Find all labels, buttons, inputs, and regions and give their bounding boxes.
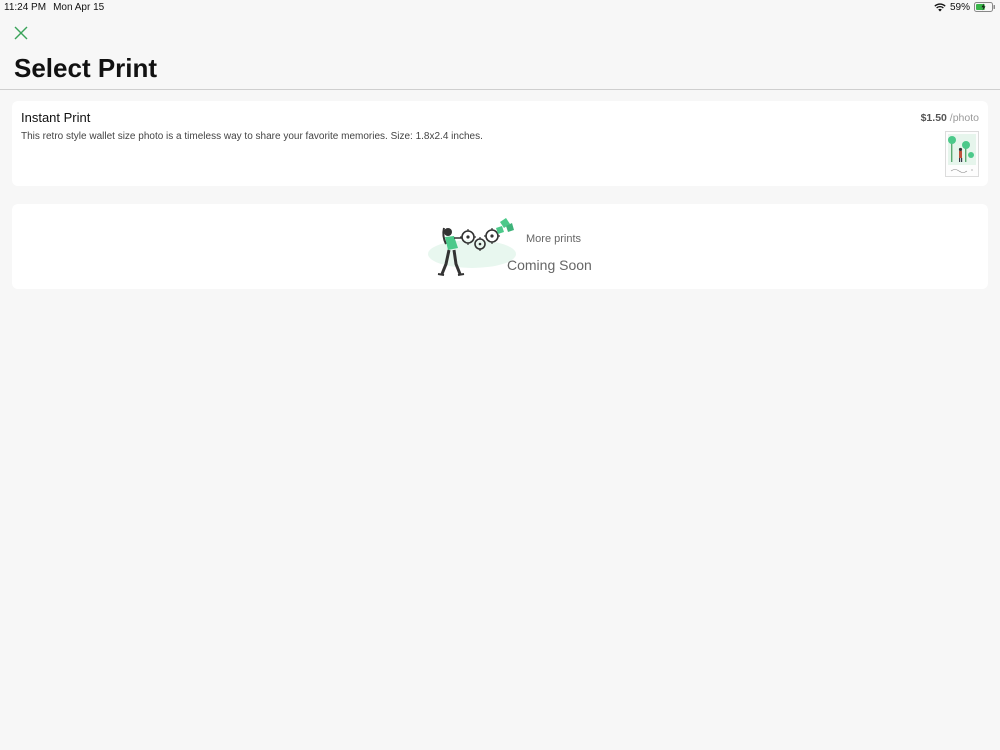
instant-print-thumbnail-icon [945,131,979,177]
close-icon [14,26,28,40]
coming-soon-card: More prints Coming Soon [12,204,988,289]
battery-percent: 59% [949,1,970,13]
page-title: Select Print [14,53,158,83]
close-button[interactable] [13,25,29,41]
print-description: This retro style wallet size photo is a … [21,131,483,142]
price-value: $1.50 [920,112,947,124]
status-bar: 11:24 PM Mon Apr 15 59% [0,0,1000,14]
battery-charging-icon [974,2,996,12]
price-unit: /photo [949,112,979,124]
status-left: 11:24 PM Mon Apr 15 [4,2,104,13]
person-pushing-gears-icon [422,214,518,278]
print-name: Instant Print [21,110,91,125]
coming-soon-title: Coming Soon [507,257,592,273]
print-option-instant-print[interactable]: Instant Print This retro style wallet si… [12,101,988,186]
wifi-icon [934,2,946,12]
status-date: Mon Apr 15 [53,1,105,13]
coming-soon-subtitle: More prints [526,233,582,245]
title-divider [0,89,1000,90]
status-right: 59% [934,2,996,13]
print-price: $1.50 /photo [921,112,979,124]
status-time: 11:24 PM [4,1,47,13]
